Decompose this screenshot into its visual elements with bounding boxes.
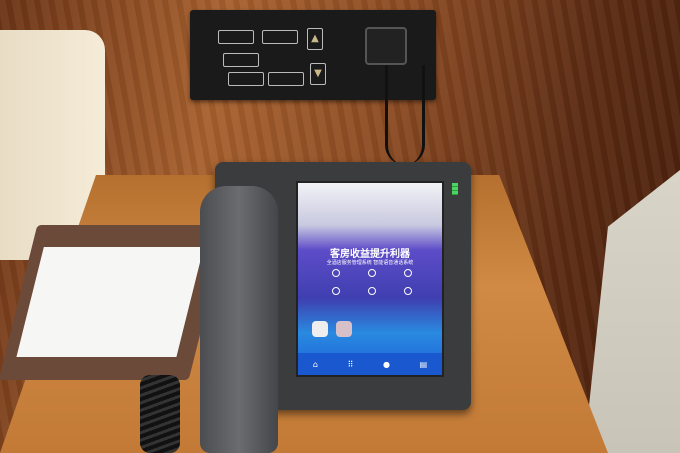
panel-button[interactable] [262,30,298,44]
service-icon[interactable] [368,269,376,277]
status-led [452,183,458,195]
notepad-paper [16,247,204,357]
service-icon[interactable] [404,287,412,295]
app-icon[interactable] [312,321,328,337]
wifi-app-icon[interactable] [336,321,352,337]
power-cable [385,65,425,165]
service-icon[interactable] [332,269,340,277]
panel-button[interactable] [223,53,259,67]
down-arrow-icon[interactable]: ▼ [310,63,326,85]
panel-button[interactable] [268,72,304,86]
service-icon[interactable] [368,287,376,295]
person-icon[interactable]: ● [383,360,390,369]
screen-headline: 客房收益提升利器 [330,249,410,260]
panel-button[interactable] [228,72,264,86]
notepad [0,225,228,380]
service-icon[interactable] [404,269,412,277]
up-arrow-icon[interactable]: ▲ [307,28,323,50]
document-icon[interactable]: ▤ [420,360,428,369]
phone-handset[interactable] [200,186,278,453]
service-icon[interactable] [332,287,340,295]
bottom-nav: ⌂ ⠿ ● ▤ [298,353,442,375]
panel-button[interactable] [218,30,254,44]
power-plug [365,27,407,65]
coiled-cord [140,375,180,453]
grid-icon[interactable]: ⠿ [348,360,354,369]
phone-touchscreen[interactable]: 客房收益提升利器 全酒店服务管理系统 智能语音通话系统 ⌂ ⠿ ● ▤ [296,181,444,377]
home-icon[interactable]: ⌂ [313,360,318,369]
screen-subtitle: 全酒店服务管理系统 智能语音通话系统 [326,260,414,266]
